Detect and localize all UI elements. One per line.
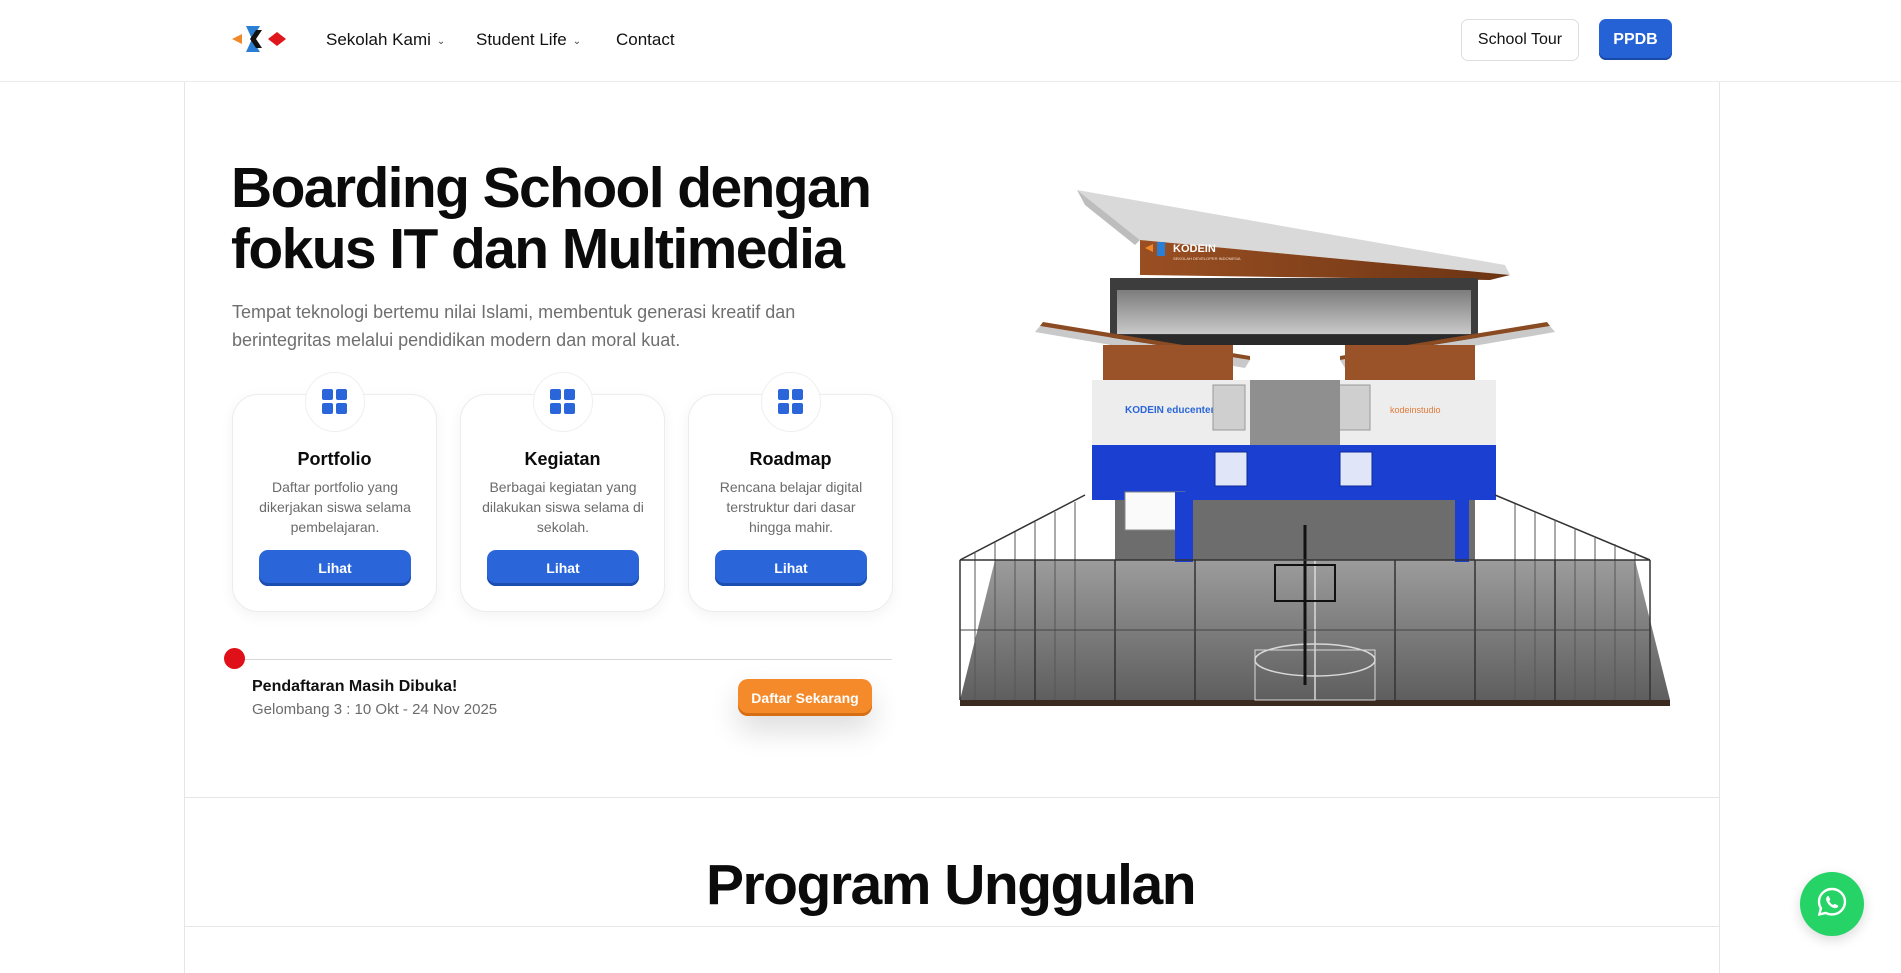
- registration-period: Gelombang 3 : 10 Okt - 24 Nov 2025: [252, 701, 498, 718]
- section-title: Program Unggulan: [705, 853, 1197, 917]
- whatsapp-icon: [1815, 885, 1849, 924]
- school-building-illustration: KODEIN SEKOLAH DEVELOPER INDONESIA KODEI…: [935, 180, 1675, 710]
- card-title: Portfolio: [297, 449, 372, 469]
- section-divider: [184, 797, 1720, 798]
- grid-icon: [305, 372, 365, 432]
- hero-title: Boarding School dengan fokus IT dan Mult…: [231, 158, 931, 280]
- ppdb-button[interactable]: PPDB: [1599, 19, 1672, 60]
- nav-label: Sekolah Kami: [326, 30, 431, 49]
- navbar: Sekolah Kami ⌄ Student Life ⌄ Contact Sc…: [0, 0, 1901, 82]
- card-roadmap: Roadmap Rencana belajar digital terstruk…: [688, 372, 893, 612]
- grid-icon: [533, 372, 593, 432]
- building-panel-right: kodeinstudio: [1390, 405, 1441, 415]
- nav-label: Student Life: [476, 30, 567, 49]
- registration-status-dot: [224, 648, 245, 669]
- whatsapp-button[interactable]: [1800, 872, 1864, 936]
- grid-icon: [761, 372, 821, 432]
- chevron-down-icon: ⌄: [436, 35, 446, 47]
- building-sign: KODEIN: [1173, 243, 1216, 255]
- registration-title: Pendaftaran Masih Dibuka!: [252, 678, 458, 695]
- nav-label: Contact: [616, 30, 675, 49]
- card-portfolio: Portfolio Daftar portfolio yang dikerjak…: [232, 372, 437, 612]
- building-panel-left: KODEIN educenter: [1125, 405, 1215, 416]
- card-kegiatan: Kegiatan Berbagai kegiatan yang dilakuka…: [460, 372, 665, 612]
- daftar-sekarang-button[interactable]: Daftar Sekarang: [738, 679, 872, 716]
- card-description: Daftar portfolio yang dikerjakan siswa s…: [259, 479, 411, 535]
- frame-divider-left: [184, 82, 185, 973]
- section-divider: [184, 926, 1720, 927]
- card-title: Kegiatan: [524, 449, 601, 469]
- school-tour-button[interactable]: School Tour: [1461, 19, 1579, 61]
- hero-title-line: Boarding School dengan: [231, 156, 872, 220]
- card-description: Berbagai kegiatan yang dilakukan siswa s…: [482, 479, 644, 535]
- kegiatan-lihat-button[interactable]: Lihat: [487, 550, 639, 586]
- nav-student-life[interactable]: Student Life ⌄: [476, 30, 581, 50]
- portfolio-lihat-button[interactable]: Lihat: [259, 550, 411, 586]
- hero-title-line: fokus IT dan Multimedia: [231, 217, 845, 281]
- kodein-logo[interactable]: [230, 22, 296, 56]
- roadmap-lihat-button[interactable]: Lihat: [715, 550, 867, 586]
- nav-sekolah-kami[interactable]: Sekolah Kami ⌄: [326, 30, 445, 50]
- card-description: Rencana belajar digital terstruktur dari…: [719, 479, 863, 535]
- building-sign-sub: SEKOLAH DEVELOPER INDONESIA: [1173, 256, 1241, 261]
- hero-subtitle: Tempat teknologi bertemu nilai Islami, m…: [232, 302, 796, 350]
- chevron-down-icon: ⌄: [572, 35, 582, 47]
- registration-timeline: [235, 659, 892, 660]
- frame-divider-right: [1719, 82, 1720, 973]
- nav-contact[interactable]: Contact: [616, 30, 675, 50]
- card-title: Roadmap: [749, 449, 832, 469]
